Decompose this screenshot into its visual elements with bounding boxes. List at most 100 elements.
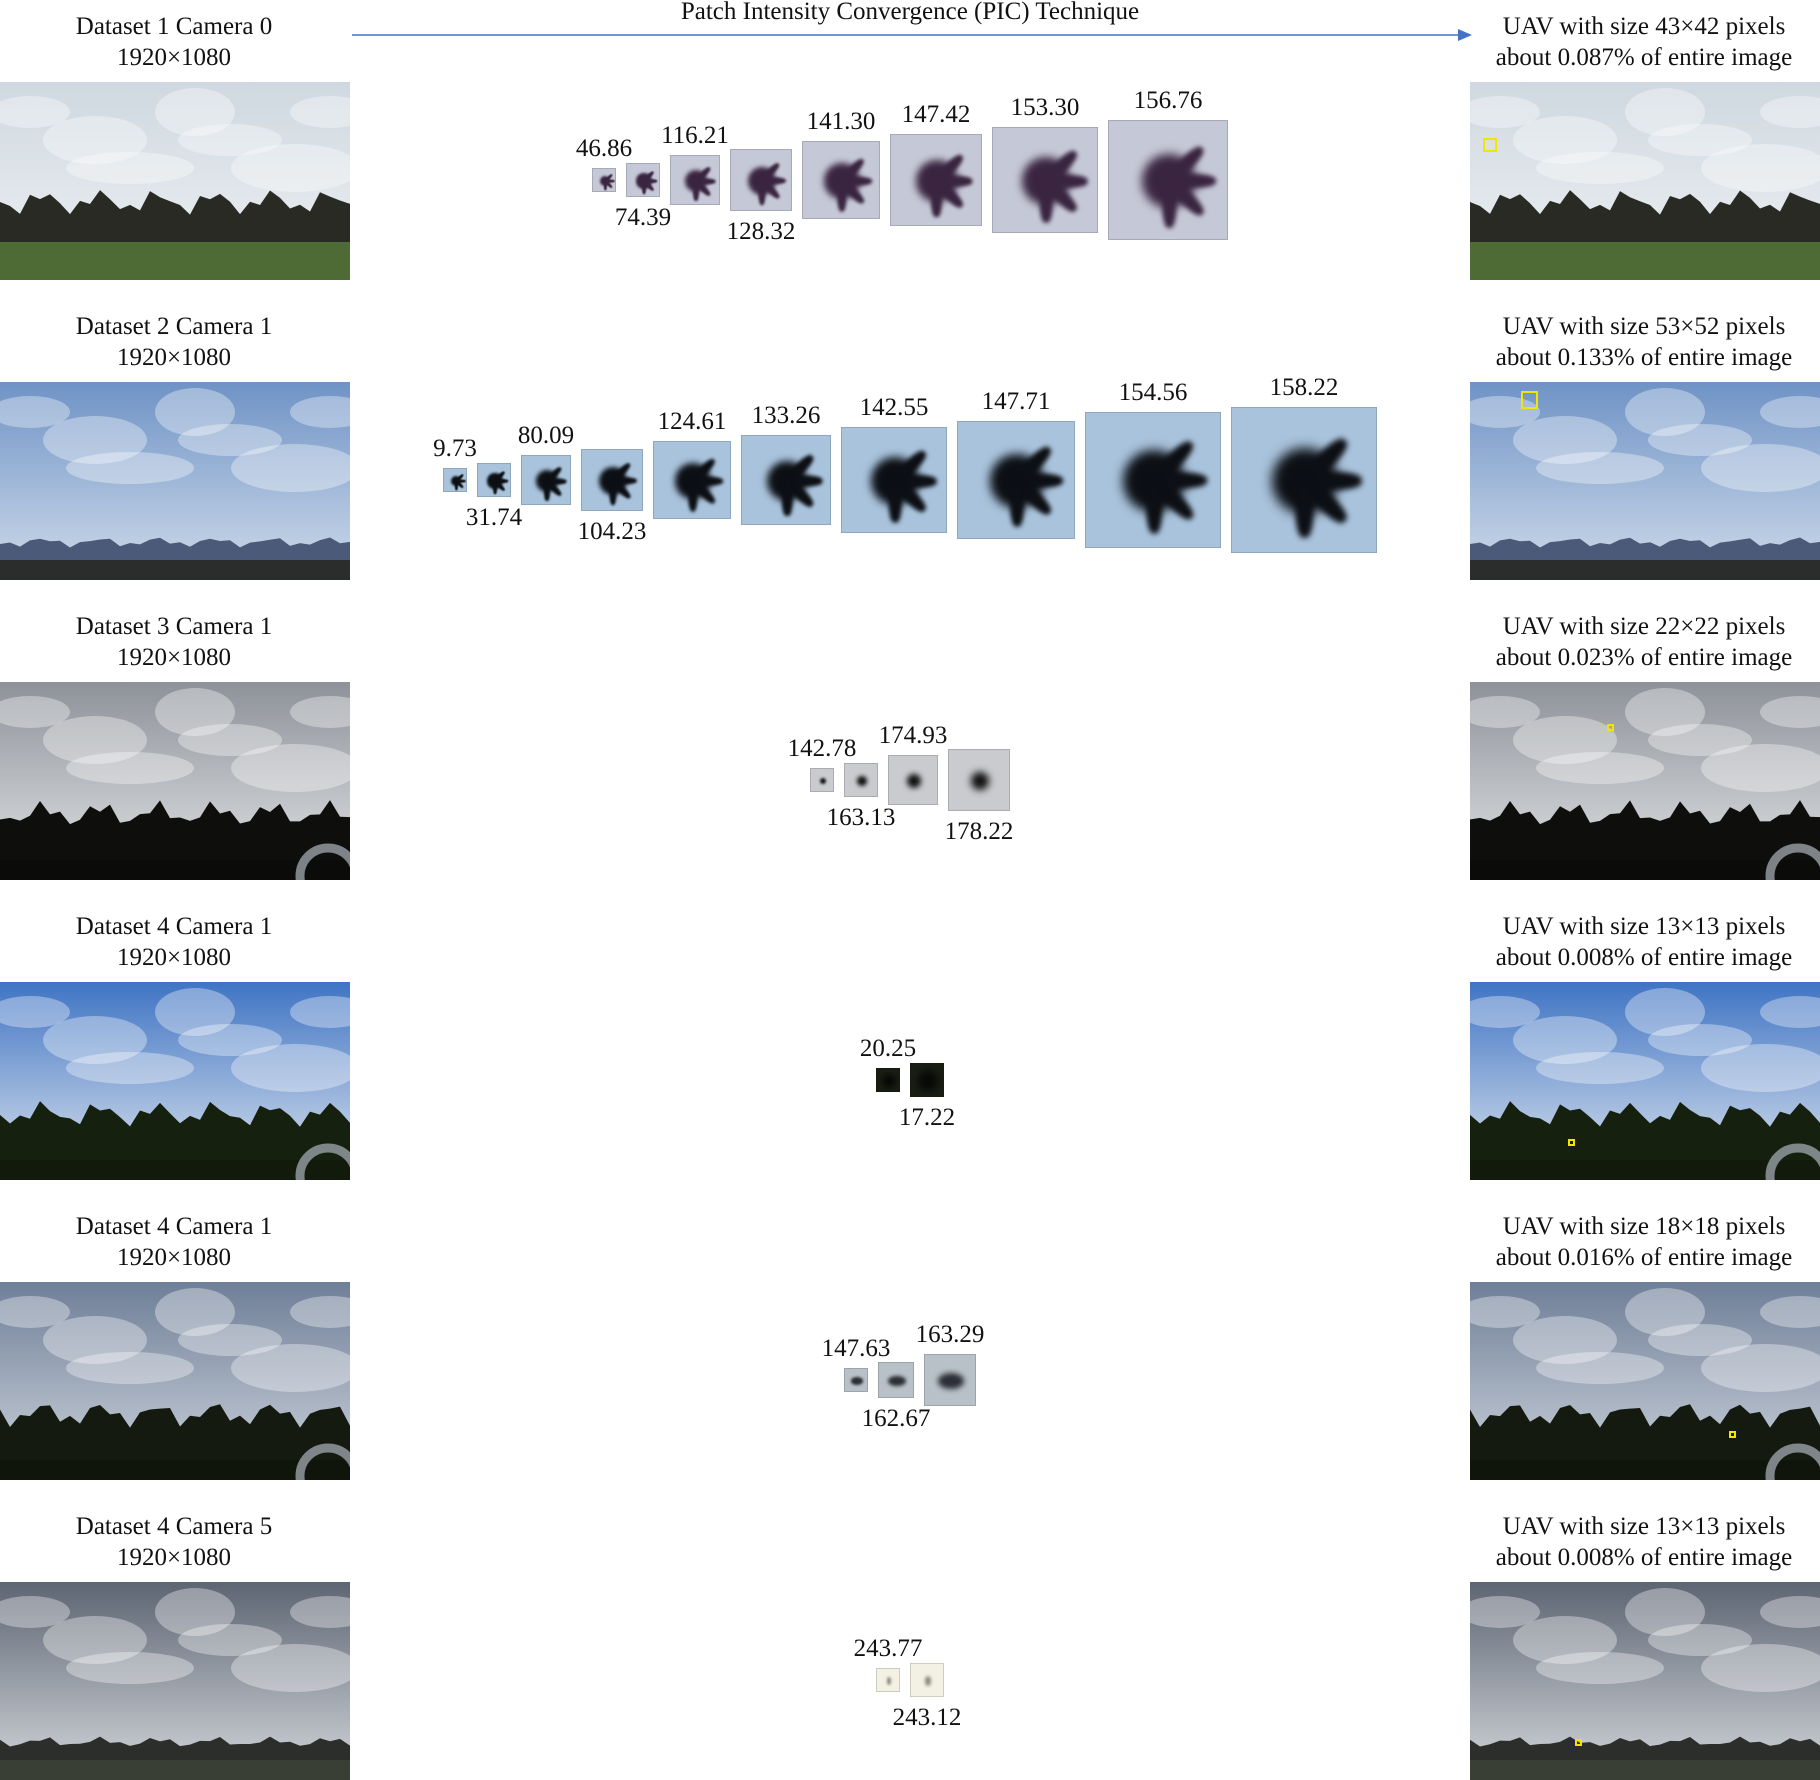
- uav-patch: [626, 163, 660, 197]
- result-size: UAV with size 18×18 pixels: [1502, 1213, 1786, 1240]
- uav-arm: [1009, 477, 1025, 528]
- intensity-value: 128.32: [726, 218, 796, 245]
- uav-patch: [1085, 412, 1221, 548]
- uav-blob: [888, 1375, 906, 1387]
- uav-patch: [844, 1368, 868, 1392]
- source-resolution: 1920×1080: [116, 1244, 232, 1271]
- ground: [0, 560, 350, 580]
- ground: [1470, 560, 1820, 580]
- uav-patch: [948, 749, 1010, 811]
- intensity-value: 163.29: [915, 1321, 985, 1348]
- uav-patch: [890, 134, 982, 226]
- uav-patch: [521, 455, 571, 505]
- uav-patch: [581, 449, 643, 511]
- source-resolution: 1920×1080: [116, 1544, 232, 1571]
- uav-patch: [841, 427, 947, 533]
- result-frame-image: [1470, 982, 1820, 1180]
- uav-patch: [844, 763, 878, 797]
- source-resolution: 1920×1080: [116, 344, 232, 371]
- uav-blob: [971, 772, 989, 790]
- uav-arm: [454, 480, 458, 491]
- uav-arm: [888, 477, 902, 523]
- intensity-value: 104.23: [577, 518, 647, 545]
- uav-arm: [1039, 177, 1053, 223]
- intensity-value: 163.13: [826, 804, 896, 831]
- uav-detection-box: [1606, 724, 1614, 732]
- intensity-value: 142.78: [787, 735, 857, 762]
- result-percentage: about 0.023% of entire image: [1495, 644, 1793, 671]
- intensity-value: 17.22: [898, 1104, 956, 1131]
- uav-blob: [924, 1675, 932, 1687]
- result-size: UAV with size 43×42 pixels: [1502, 13, 1786, 40]
- source-resolution: 1920×1080: [116, 44, 232, 71]
- uav-patch: [910, 1663, 944, 1697]
- uav-arm: [1161, 177, 1177, 228]
- result-percentage: about 0.008% of entire image: [1495, 944, 1793, 971]
- cloud: [66, 1052, 194, 1084]
- intensity-value: 9.73: [433, 435, 477, 462]
- source-frame-image: [0, 382, 350, 580]
- source-title: Dataset 4 Camera 1: [75, 1213, 273, 1240]
- intensity-value: 174.93: [878, 722, 948, 749]
- uav-patch: [1108, 120, 1228, 240]
- intensity-value: 178.22: [944, 818, 1014, 845]
- uav-patch: [443, 468, 467, 492]
- uav-patch: [878, 1362, 914, 1398]
- uav-blob: [917, 1070, 939, 1092]
- source-frame-image: [0, 82, 350, 280]
- uav-arm: [1296, 476, 1314, 538]
- uav-arm: [492, 479, 498, 495]
- intensity-value: 158.22: [1269, 374, 1339, 401]
- uav-patch: [957, 421, 1075, 539]
- uav-patch: [876, 1068, 900, 1092]
- result-size: UAV with size 13×13 pixels: [1502, 913, 1786, 940]
- result-percentage: about 0.008% of entire image: [1495, 1544, 1793, 1571]
- uav-blob: [938, 1373, 964, 1389]
- uav-patch: [1231, 407, 1377, 553]
- cloud: [1536, 1652, 1664, 1684]
- intensity-value: 142.55: [859, 394, 929, 421]
- intensity-value: 162.67: [861, 1405, 931, 1432]
- ground: [0, 1760, 350, 1780]
- uav-arm: [781, 478, 793, 517]
- uav-arm: [837, 178, 847, 212]
- intensity-value: 147.71: [981, 388, 1051, 415]
- cloud: [66, 152, 194, 184]
- intensity-value: 147.42: [901, 101, 971, 128]
- cloud: [1536, 1352, 1664, 1384]
- ground: [0, 242, 350, 280]
- ground: [1470, 242, 1820, 280]
- result-size: UAV with size 22×22 pixels: [1502, 613, 1786, 640]
- uav-patch: [741, 435, 831, 525]
- source-title: Dataset 1 Camera 0: [75, 13, 273, 40]
- source-resolution: 1920×1080: [116, 644, 232, 671]
- uav-arm: [641, 179, 647, 195]
- source-resolution: 1920×1080: [116, 944, 232, 971]
- cloud: [1536, 152, 1664, 184]
- uav-detection-box: [1483, 138, 1498, 153]
- intensity-value: 31.74: [465, 504, 523, 531]
- cloud: [1536, 752, 1664, 784]
- uav-patch: [992, 127, 1098, 233]
- cloud: [66, 752, 194, 784]
- uav-blob: [819, 777, 827, 785]
- uav-patch: [810, 768, 834, 792]
- uav-patch: [888, 755, 938, 805]
- source-frame-image: [0, 1282, 350, 1480]
- technique-label: Patch Intensity Convergence (PIC) Techni…: [680, 0, 1140, 25]
- result-frame-image: [1470, 682, 1820, 880]
- uav-patch: [910, 1063, 944, 1097]
- uav-patch: [653, 441, 731, 519]
- source-frame-image: [0, 1582, 350, 1780]
- intensity-value: 133.26: [751, 402, 821, 429]
- intensity-value: 141.30: [806, 108, 876, 135]
- result-frame-image: [1470, 382, 1820, 580]
- uav-patch: [670, 155, 720, 205]
- result-frame-image: [1470, 1282, 1820, 1480]
- source-frame-image: [0, 982, 350, 1180]
- intensity-value: 116.21: [661, 122, 729, 149]
- cloud: [66, 1352, 194, 1384]
- result-frame-image: [1470, 82, 1820, 280]
- uav-blob: [851, 1377, 863, 1385]
- intensity-value: 243.12: [892, 1704, 962, 1731]
